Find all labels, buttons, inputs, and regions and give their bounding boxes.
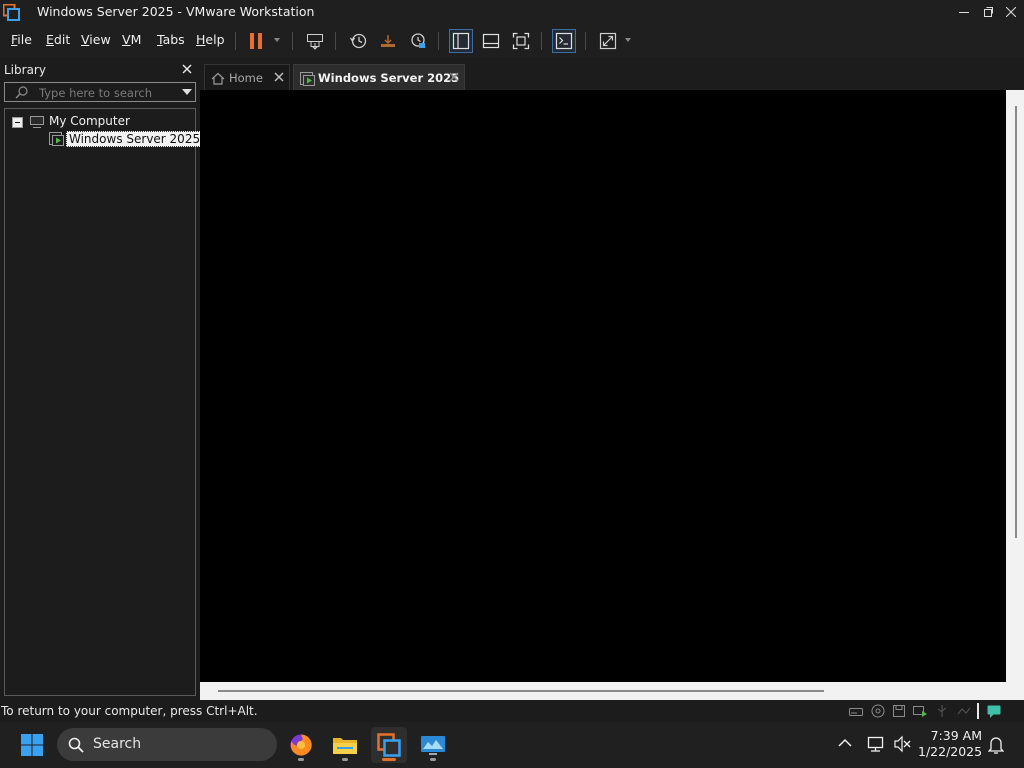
vmware-app-icon[interactable] bbox=[3, 4, 20, 21]
chevron-up-icon[interactable] bbox=[838, 738, 852, 748]
window-title: Windows Server 2025 - VMware Workstation bbox=[37, 4, 315, 19]
toolbar-separator bbox=[292, 32, 293, 50]
running-vm-icon bbox=[48, 131, 65, 147]
running-indicator bbox=[298, 758, 304, 761]
tab-strip: Home Windows Server 2025 bbox=[200, 58, 1024, 92]
minimize-button[interactable] bbox=[952, 0, 976, 24]
chevron-down-icon[interactable] bbox=[625, 38, 631, 42]
library-title: Library bbox=[4, 63, 46, 77]
pause-icon[interactable] bbox=[244, 29, 268, 53]
toolbar-separator bbox=[335, 32, 336, 50]
tab-home[interactable]: Home bbox=[204, 64, 290, 92]
taskbar-clock-time[interactable]: 7:39 AM bbox=[928, 728, 982, 743]
console-view-icon[interactable] bbox=[552, 29, 576, 53]
active-indicator bbox=[382, 758, 396, 761]
library-tree: My Computer Windows Server 2025 bbox=[4, 108, 204, 696]
thumbnail-bar-icon[interactable] bbox=[479, 29, 503, 53]
file-explorer-icon[interactable] bbox=[327, 727, 363, 763]
close-tab-icon[interactable] bbox=[273, 71, 285, 83]
windows-taskbar: Search bbox=[0, 722, 1024, 768]
snapshot-icon[interactable] bbox=[346, 29, 370, 53]
revert-snapshot-icon[interactable] bbox=[376, 29, 400, 53]
cd-dvd-icon[interactable] bbox=[870, 703, 886, 719]
tree-item-my-computer[interactable]: My Computer bbox=[49, 114, 130, 128]
toolbar-separator bbox=[438, 32, 439, 50]
home-icon bbox=[211, 72, 225, 85]
send-ctrl-alt-del-icon[interactable] bbox=[303, 29, 327, 53]
chevron-down-icon[interactable] bbox=[274, 38, 280, 42]
remote-desktop-icon[interactable] bbox=[415, 727, 451, 763]
network-icon[interactable] bbox=[867, 735, 885, 753]
sound-card-icon[interactable] bbox=[956, 703, 972, 719]
full-screen-icon[interactable] bbox=[509, 29, 533, 53]
menu-vm[interactable]: VM bbox=[122, 32, 141, 47]
toolbar-separator bbox=[585, 32, 586, 50]
menu-file[interactable]: File bbox=[11, 32, 32, 47]
chevron-down-icon[interactable] bbox=[182, 89, 192, 95]
close-tab-icon[interactable] bbox=[448, 71, 460, 83]
status-message: To return to your computer, press Ctrl+A… bbox=[1, 704, 258, 718]
menu-bar: File Edit View VM Tabs Help bbox=[0, 24, 1024, 58]
windows-start-icon[interactable] bbox=[14, 727, 50, 763]
floppy-icon[interactable] bbox=[891, 703, 907, 719]
taskbar-clock-date[interactable]: 1/22/2025 bbox=[918, 744, 982, 759]
maximize-button[interactable] bbox=[976, 0, 1000, 24]
show-library-icon[interactable] bbox=[449, 29, 473, 53]
hard-disk-icon[interactable] bbox=[848, 703, 864, 719]
library-search-input[interactable]: Type here to search bbox=[4, 82, 196, 102]
close-window-button[interactable] bbox=[999, 0, 1023, 24]
vmware-taskbar-icon[interactable] bbox=[371, 727, 407, 763]
menu-view[interactable]: View bbox=[81, 32, 111, 47]
speaker-muted-icon[interactable] bbox=[893, 735, 911, 753]
message-log-icon[interactable] bbox=[986, 703, 1002, 719]
snapshot-manager-icon[interactable] bbox=[406, 29, 430, 53]
menu-edit[interactable]: Edit bbox=[46, 32, 70, 47]
vm-console-screen[interactable] bbox=[200, 90, 1006, 682]
tab-home-label: Home bbox=[229, 71, 263, 85]
vertical-scrollbar-thumb[interactable] bbox=[1015, 106, 1017, 538]
close-library-icon[interactable] bbox=[180, 62, 194, 76]
notification-bell-icon[interactable] bbox=[988, 736, 1004, 754]
taskbar-search-box[interactable]: Search bbox=[57, 728, 277, 761]
toolbar-separator bbox=[235, 32, 236, 50]
search-placeholder: Type here to search bbox=[39, 86, 153, 100]
network-adapter-icon[interactable] bbox=[912, 703, 928, 719]
tree-item-windows-server-2025[interactable]: Windows Server 2025 bbox=[66, 131, 204, 147]
firefox-icon[interactable] bbox=[283, 727, 319, 763]
toolbar-separator bbox=[541, 32, 542, 50]
computer-icon bbox=[29, 115, 45, 129]
running-vm-icon bbox=[299, 71, 316, 87]
menu-tabs[interactable]: Tabs bbox=[157, 32, 185, 47]
taskbar-search-label: Search bbox=[93, 736, 142, 752]
usb-device-icon[interactable] bbox=[934, 703, 950, 719]
library-panel: Library Type here to search My Computer … bbox=[0, 58, 204, 700]
collapse-toggle[interactable] bbox=[12, 117, 23, 128]
status-bar: To return to your computer, press Ctrl+A… bbox=[0, 700, 1024, 722]
horizontal-scrollbar-thumb[interactable] bbox=[218, 690, 824, 692]
running-indicator bbox=[430, 758, 436, 761]
status-divider bbox=[977, 703, 979, 719]
search-icon bbox=[68, 737, 84, 753]
running-indicator bbox=[342, 758, 348, 761]
stretch-guest-icon[interactable] bbox=[596, 29, 620, 53]
search-icon bbox=[15, 86, 28, 99]
title-bar: Windows Server 2025 - VMware Workstation bbox=[0, 0, 1024, 24]
tab-vm-label: Windows Server 2025 bbox=[318, 71, 460, 85]
menu-help[interactable]: Help bbox=[196, 32, 225, 47]
tab-windows-server-2025[interactable]: Windows Server 2025 bbox=[293, 64, 465, 92]
